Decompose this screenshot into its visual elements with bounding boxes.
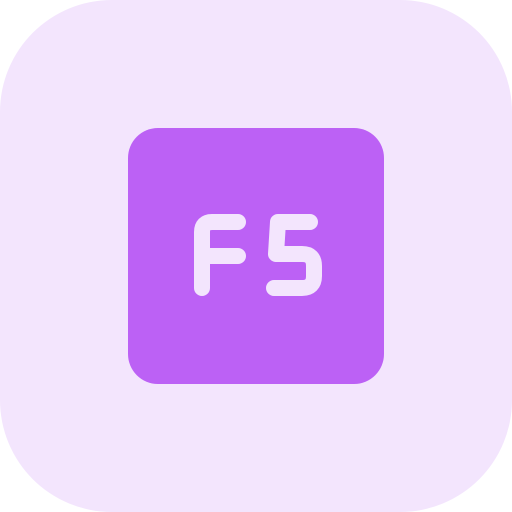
f5-key-app-icon: F5 bbox=[0, 0, 512, 512]
f5-glyph bbox=[194, 214, 322, 296]
function-key-f5-icon: F5 bbox=[128, 128, 384, 384]
digit-5-stroke bbox=[266, 214, 322, 296]
